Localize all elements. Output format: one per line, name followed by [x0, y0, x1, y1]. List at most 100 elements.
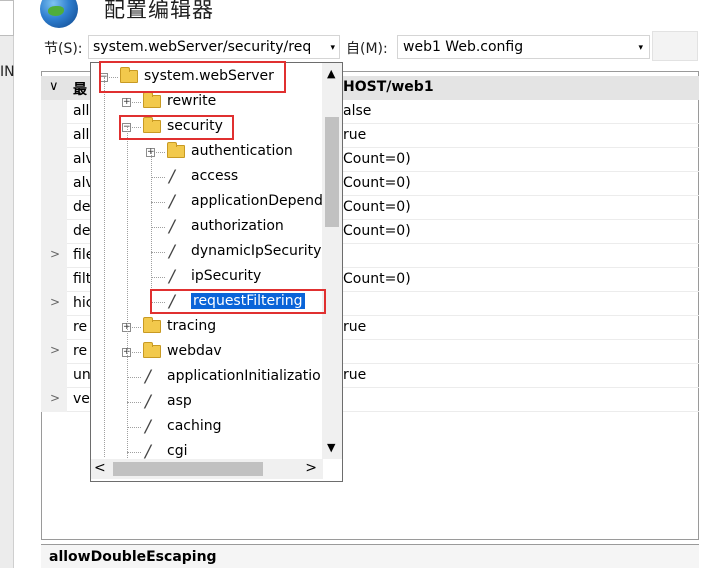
row-gutter [41, 220, 67, 244]
row-name: re [73, 319, 88, 335]
row-name: un [73, 367, 91, 383]
row-gutter [41, 172, 67, 196]
tree-connector [127, 452, 141, 453]
folder-icon [167, 142, 185, 158]
globe-icon [40, 0, 78, 28]
tree-guide-line [151, 152, 152, 302]
tree-node-label[interactable]: authentication [191, 143, 293, 159]
scroll-thumb[interactable] [113, 462, 263, 476]
from-label: 自(M): [346, 41, 388, 57]
tree-node-label[interactable]: applicationInitializatio [167, 368, 321, 384]
scroll-left-icon[interactable]: < [94, 460, 106, 476]
tree-node-label[interactable]: cgi [167, 443, 187, 459]
tree-vertical-scrollbar[interactable]: ▲ ▼ [322, 63, 342, 459]
config-item-icon: / [169, 267, 175, 287]
tree-node-label[interactable]: rewrite [167, 93, 216, 109]
tree-connector [127, 427, 141, 428]
row-gutter [41, 268, 67, 292]
tree-horizontal-scrollbar[interactable]: < > [91, 459, 323, 479]
tree-connector [151, 277, 165, 278]
config-item-icon: / [169, 242, 175, 262]
left-pane-strip [0, 0, 14, 568]
tree-connector [151, 252, 165, 253]
from-combobox[interactable]: web1 Web.config ▾ [397, 35, 650, 59]
folder-icon [143, 92, 161, 108]
row-gutter [41, 364, 67, 388]
config-item-icon: / [169, 192, 175, 212]
row-gutter [41, 148, 67, 172]
expand-chevron-icon[interactable]: > [50, 343, 60, 357]
page-title: 配置编辑器 [104, 0, 214, 22]
folder-icon [143, 342, 161, 358]
tree-node-label[interactable]: access [191, 168, 238, 184]
tree-node-label[interactable]: caching [167, 418, 222, 434]
tree-node-label[interactable]: applicationDepende [191, 193, 332, 209]
scroll-thumb[interactable] [325, 117, 339, 227]
row-name: all [73, 103, 90, 119]
tree-guide-line [104, 77, 105, 457]
expand-chevron-icon[interactable]: > [50, 247, 60, 261]
tree-connector [127, 377, 141, 378]
row-value: Count=0) [343, 271, 411, 287]
row-name: re [73, 343, 88, 359]
group-host-label: HOST/web1 [343, 79, 434, 95]
row-name: de [73, 199, 91, 215]
from-value: web1 Web.config [403, 39, 524, 55]
tree-node[interactable]: + rewrite [91, 90, 331, 114]
expand-chevron-icon[interactable]: > [50, 391, 60, 405]
row-name: de [73, 223, 91, 239]
highlight-box-requestfiltering [150, 289, 326, 314]
tree-guide-line [127, 127, 128, 462]
row-value: Count=0) [343, 223, 411, 239]
tree-connector [151, 202, 165, 203]
tree-node-label[interactable]: asp [167, 393, 192, 409]
scroll-up-icon[interactable]: ▲ [327, 67, 335, 80]
highlight-box-system-webserver [99, 61, 286, 93]
section-label: 节(S): [44, 41, 83, 57]
row-gutter [41, 196, 67, 220]
config-item-icon: / [169, 217, 175, 237]
left-pane-text: IN [0, 64, 15, 80]
tree-node-label[interactable]: webdav [167, 343, 222, 359]
config-item-icon: / [145, 392, 151, 412]
section-value: system.webServer/security/req [93, 39, 312, 55]
row-name: ve [73, 391, 90, 407]
description-panel: allowDoubleEscaping [41, 544, 699, 568]
folder-icon [143, 317, 161, 333]
row-name: all [73, 127, 90, 143]
row-value: alse [343, 103, 372, 119]
row-value: Count=0) [343, 199, 411, 215]
row-value: Count=0) [343, 151, 411, 167]
description-title: allowDoubleEscaping [49, 549, 217, 565]
left-pane-box [0, 0, 14, 36]
collapse-chevron-icon[interactable]: ∨ [49, 79, 59, 94]
tree-node-label[interactable]: tracing [167, 318, 216, 334]
config-item-icon: / [145, 367, 151, 387]
section-combobox[interactable]: system.webServer/security/req ▾ [88, 35, 340, 59]
config-item-icon: / [145, 417, 151, 437]
row-value: rue [343, 127, 367, 143]
tree-node-label[interactable]: authorization [191, 218, 284, 234]
tree-connector [151, 227, 165, 228]
scroll-right-icon[interactable]: > [305, 460, 317, 476]
row-gutter [41, 100, 67, 124]
scroll-down-icon[interactable]: ▼ [327, 441, 335, 454]
expand-icon[interactable]: + [122, 98, 131, 107]
dropdown-arrow-icon[interactable]: ▾ [638, 43, 643, 53]
dropdown-arrow-icon[interactable]: ▾ [330, 43, 335, 53]
config-item-icon: / [169, 167, 175, 187]
toolbar-button[interactable] [652, 31, 698, 61]
highlight-box-security [119, 115, 234, 140]
tree-connector [127, 402, 141, 403]
tree-node-label[interactable]: dynamicIpSecurity [191, 243, 321, 259]
group-category-label: 最 [73, 82, 87, 98]
tree-node-label[interactable]: ipSecurity [191, 268, 261, 284]
row-value: rue [343, 319, 367, 335]
row-name: filt [73, 271, 92, 287]
row-gutter [41, 124, 67, 148]
tree-connector [151, 177, 165, 178]
row-value: rue [343, 367, 367, 383]
row-value: Count=0) [343, 175, 411, 191]
row-gutter [41, 316, 67, 340]
expand-chevron-icon[interactable]: > [50, 295, 60, 309]
